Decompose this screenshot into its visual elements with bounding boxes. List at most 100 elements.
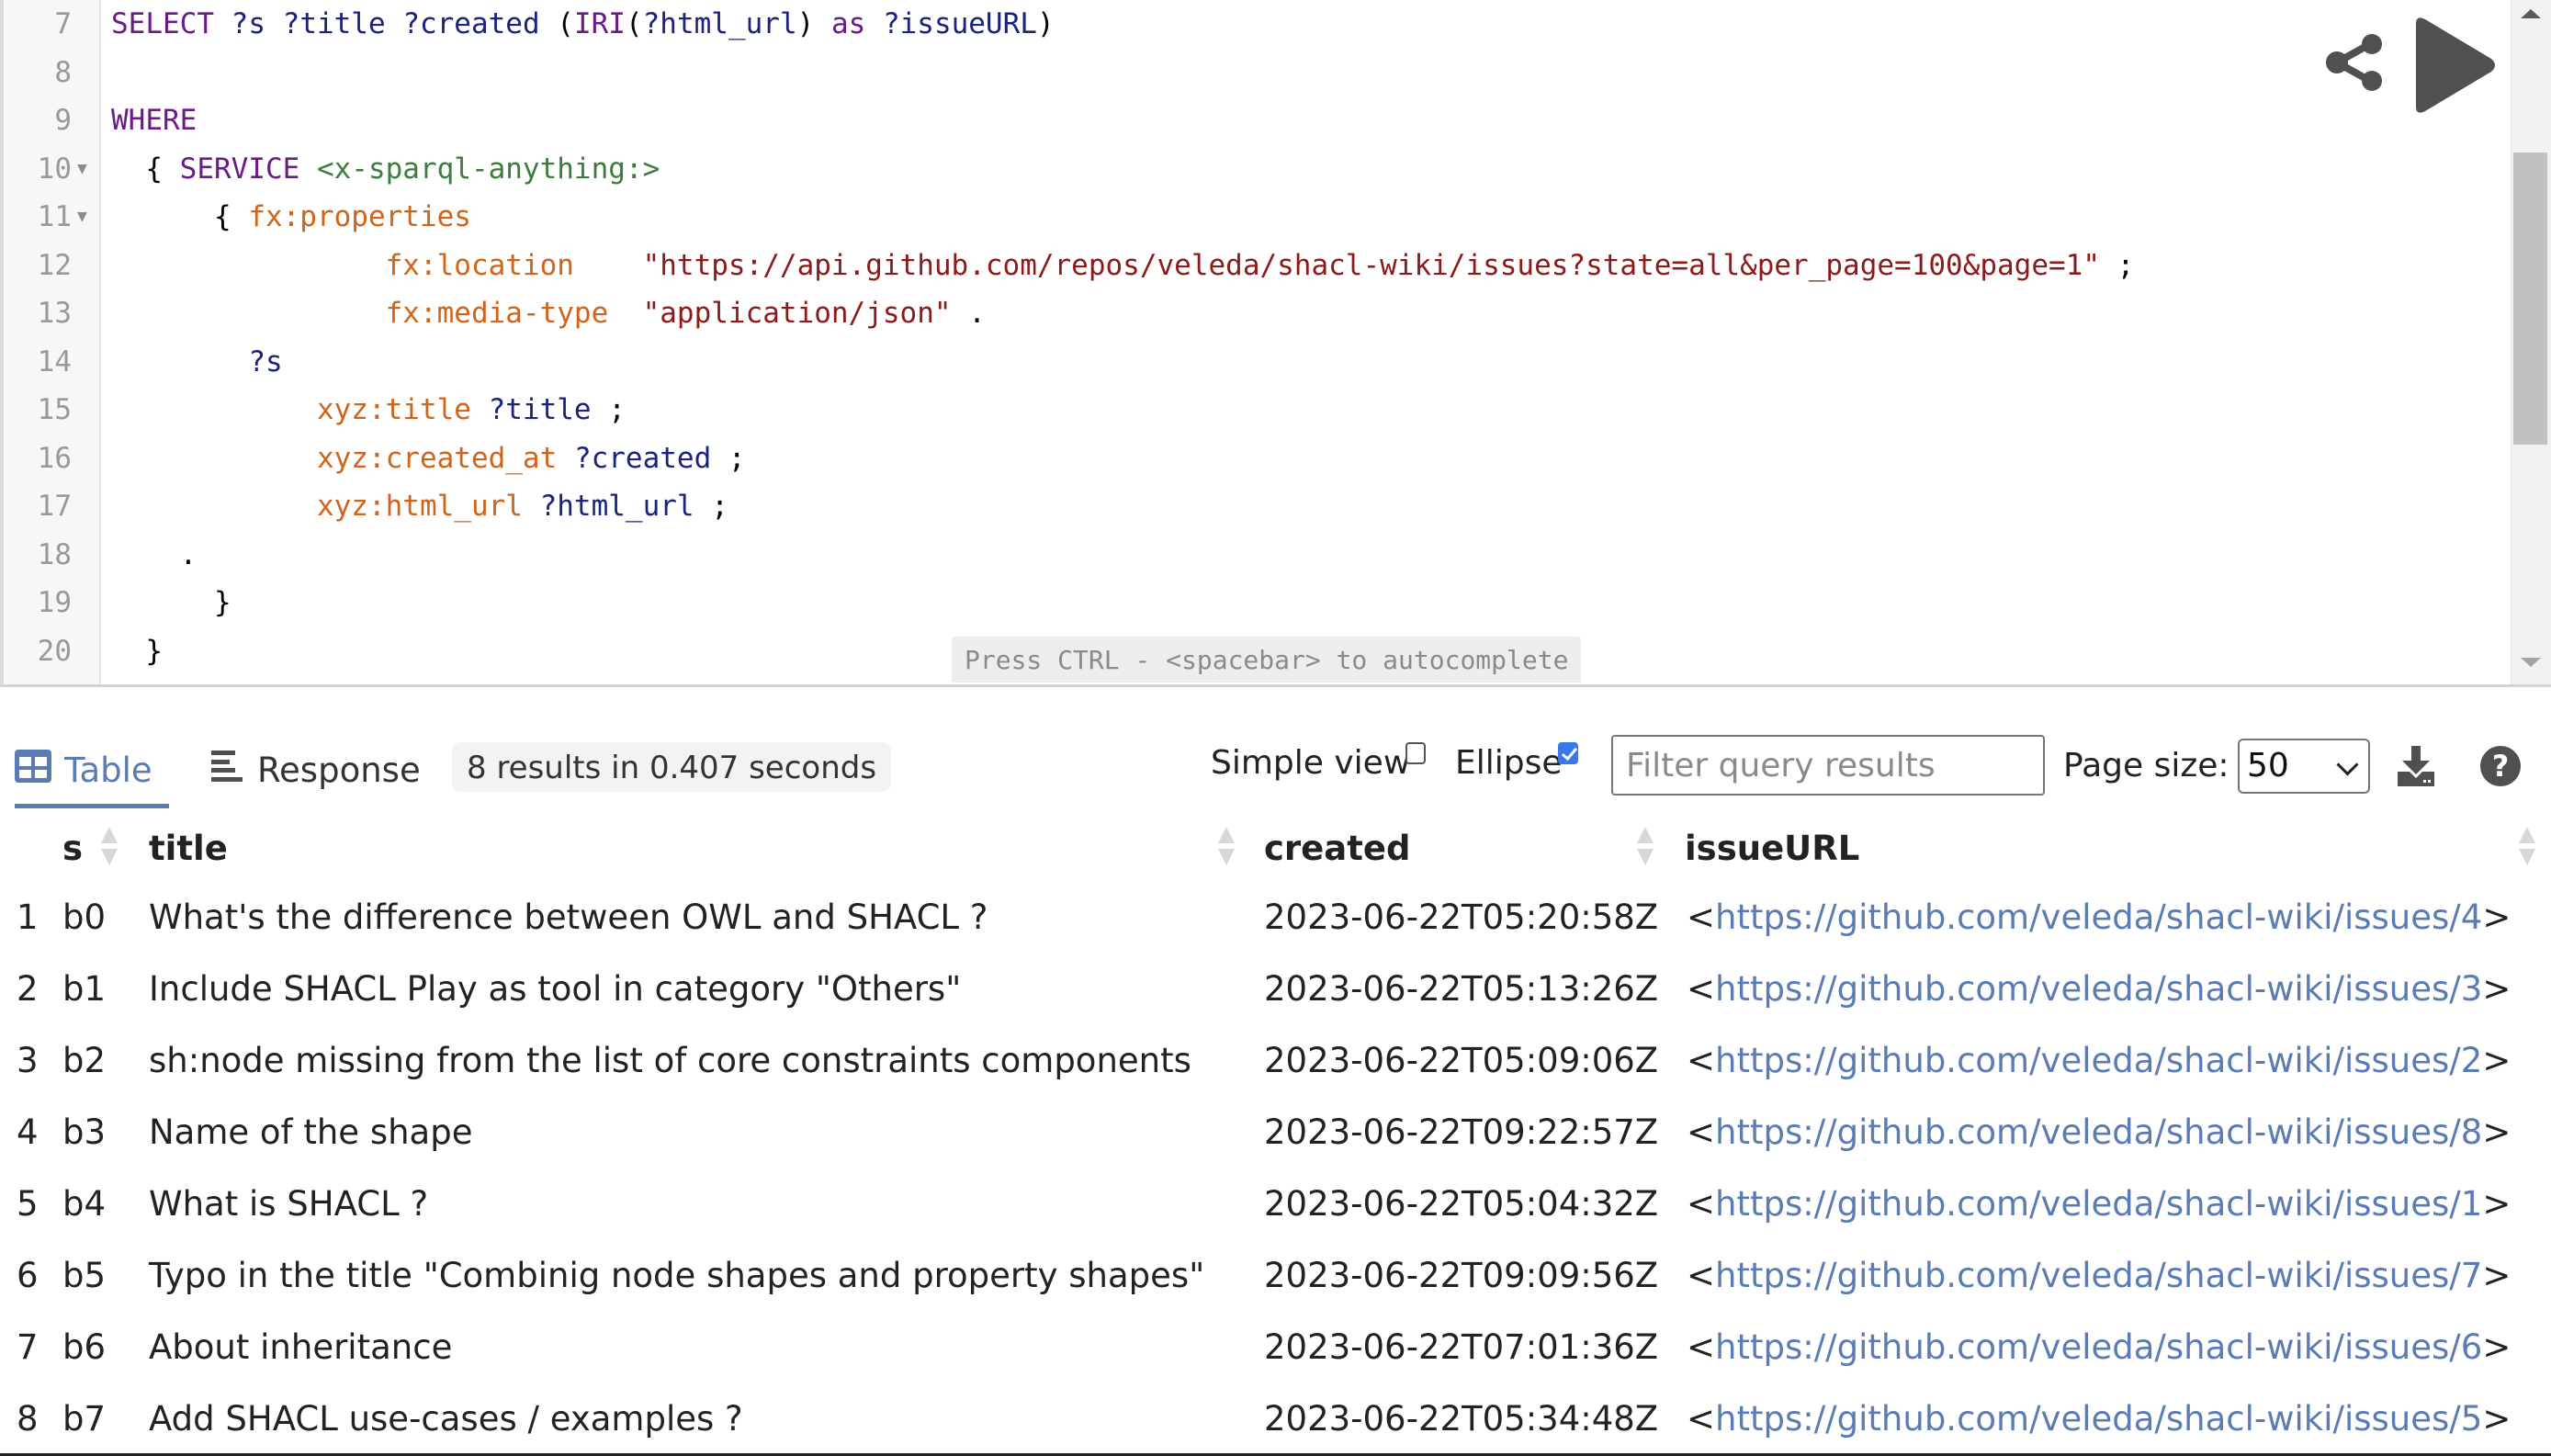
row-index: 4 [17, 1112, 39, 1152]
code-text: SELECT ?s ?title ?created (IRI(?html_url… [111, 0, 1055, 48]
code-token: { [111, 200, 249, 233]
column-header-s[interactable]: s [62, 823, 83, 875]
code-line[interactable]: 18 . [0, 531, 2480, 579]
iri-bracket-close: > [2482, 1112, 2511, 1152]
tab-response[interactable]: Response [211, 733, 421, 807]
simple-view-checkbox[interactable] [1405, 742, 1426, 764]
fold-arrow-icon[interactable]: ▼ [77, 145, 87, 193]
issue-link[interactable]: https://github.com/veleda/shacl-wiki/iss… [1715, 1327, 2482, 1367]
simple-view-label: Simple view [1211, 744, 1411, 782]
run-query-button[interactable] [2409, 15, 2499, 116]
help-icon: ? [2480, 746, 2521, 786]
code-text: . [111, 531, 198, 579]
column-header-issueurl[interactable]: issueURL [1685, 823, 1859, 875]
code-token: ( [557, 7, 574, 40]
code-line[interactable]: 15 xyz:title ?title ; [0, 386, 2480, 434]
active-tab-indicator [15, 804, 169, 808]
line-number: 17 [37, 490, 72, 523]
iri-bracket-open: < [1687, 897, 1716, 937]
ellipse-checkbox[interactable] [1558, 742, 1578, 764]
scroll-down-arrow-icon[interactable] [2521, 658, 2541, 667]
cell-issueurl: <https://github.com/veleda/shacl-wiki/is… [1687, 954, 2511, 1025]
cell-s: b4 [62, 1184, 107, 1224]
code-line[interactable]: 19 } [0, 579, 2480, 626]
autocomplete-hint: Press CTRL - <spacebar> to autocomplete [952, 637, 1582, 683]
cell-created: 2023-06-22T05:34:48Z [1264, 1399, 1659, 1439]
filter-results-input[interactable] [1611, 735, 2045, 796]
download-icon [2398, 746, 2434, 786]
code-line[interactable]: 12 fx:location "https://api.github.com/r… [0, 242, 2480, 289]
editor-scrollbar[interactable] [2511, 0, 2551, 684]
column-header-created[interactable]: created [1264, 823, 1411, 875]
query-editor[interactable]: 7 SELECT ?s ?title ?created (IRI(?html_ur… [0, 0, 2551, 687]
code-token: fx:media-type [385, 297, 609, 330]
sort-icon[interactable] [1637, 827, 1654, 867]
page-size-value: 50 [2247, 747, 2289, 784]
iri-bracket-close: > [2482, 897, 2511, 937]
line-number: 12 [37, 248, 72, 282]
issue-link[interactable]: https://github.com/veleda/shacl-wiki/iss… [1715, 969, 2482, 1009]
issue-link[interactable]: https://github.com/veleda/shacl-wiki/iss… [1715, 1184, 2482, 1224]
code-token: IRI [573, 7, 626, 40]
page-size-select[interactable]: 50 [2238, 739, 2370, 794]
code-token: xyz:title [316, 393, 489, 426]
tab-table[interactable]: Table [15, 733, 169, 808]
iri-bracket-open: < [1687, 1184, 1716, 1224]
iri-bracket-open: < [1687, 1256, 1716, 1295]
sort-icon[interactable] [101, 827, 118, 867]
code-line[interactable]: 17 xyz:html_url ?html_url ; [0, 482, 2480, 530]
code-token: ; [711, 441, 746, 475]
code-line[interactable]: 9 WHERE [0, 96, 2480, 144]
scroll-up-arrow-icon[interactable] [2521, 9, 2541, 18]
cell-created: 2023-06-22T05:13:26Z [1264, 969, 1659, 1009]
iri-bracket-close: > [2482, 1399, 2511, 1439]
issue-link[interactable]: https://github.com/veleda/shacl-wiki/iss… [1715, 1112, 2482, 1152]
issue-link[interactable]: https://github.com/veleda/shacl-wiki/iss… [1715, 897, 2482, 937]
cell-s: b7 [62, 1399, 107, 1439]
cell-created: 2023-06-22T09:22:57Z [1264, 1112, 1659, 1152]
line-number: 13 [37, 297, 72, 330]
cell-title: Typo in the title "Combinig node shapes … [149, 1256, 1205, 1295]
code-token: } [111, 634, 163, 668]
share-button[interactable] [2324, 33, 2388, 92]
iri-bracket-open: < [1687, 969, 1716, 1009]
code-line[interactable]: 13 fx:media-type "application/json" . [0, 289, 2480, 337]
table-row: 6 b5 Typo in the title "Combinig node shap… [0, 1240, 2551, 1312]
code-token: "application/json" [642, 297, 952, 330]
play-icon [2416, 17, 2495, 113]
cell-created: 2023-06-22T09:09:56Z [1264, 1256, 1659, 1295]
code-token: ?html_url [642, 7, 797, 40]
code-token: SELECT [111, 7, 231, 40]
scrollbar-thumb[interactable] [2513, 152, 2547, 445]
code-token: fx:properties [248, 200, 471, 233]
code-token: "https://api.github.com/repos/veleda/sha… [642, 248, 2100, 282]
sort-icon[interactable] [2519, 827, 2535, 867]
code-line[interactable]: 11 ▼ { fx:properties [0, 193, 2480, 241]
issue-link[interactable]: https://github.com/veleda/shacl-wiki/iss… [1715, 1399, 2482, 1439]
column-header-title[interactable]: title [149, 823, 228, 875]
fold-arrow-icon[interactable]: ▼ [77, 193, 87, 241]
code-token: . [111, 537, 198, 571]
code-line[interactable]: 7 SELECT ?s ?title ?created (IRI(?html_ur… [0, 0, 2480, 48]
code-token: . [951, 297, 986, 330]
help-button[interactable]: ? [2480, 746, 2521, 786]
cell-title: Include SHACL Play as tool in category "… [149, 969, 962, 1009]
code-line[interactable]: 14 ?s [0, 338, 2480, 386]
code-text: } [111, 579, 231, 626]
code-text: WHERE [111, 96, 197, 144]
table-row: 1 b0 What's the difference between OWL and… [0, 882, 2551, 954]
issue-link[interactable]: https://github.com/veleda/shacl-wiki/iss… [1715, 1041, 2482, 1080]
code-line[interactable]: 16 xyz:created_at ?created ; [0, 435, 2480, 482]
tab-table-label: Table [64, 750, 152, 790]
download-button[interactable] [2398, 746, 2434, 786]
issue-link[interactable]: https://github.com/veleda/shacl-wiki/iss… [1715, 1256, 2482, 1295]
code-text: fx:media-type "application/json" . [111, 289, 986, 337]
iri-bracket-close: > [2482, 1184, 2511, 1224]
code-line[interactable]: 10 ▼ { SERVICE <x-sparql-anything:> [0, 145, 2480, 193]
iri-bracket-open: < [1687, 1399, 1716, 1439]
code-line[interactable]: 8 [0, 49, 2480, 96]
row-index: 1 [17, 897, 39, 937]
row-index: 3 [17, 1041, 39, 1080]
cell-title: Add SHACL use-cases / examples ? [149, 1399, 743, 1439]
sort-icon[interactable] [1218, 827, 1235, 867]
